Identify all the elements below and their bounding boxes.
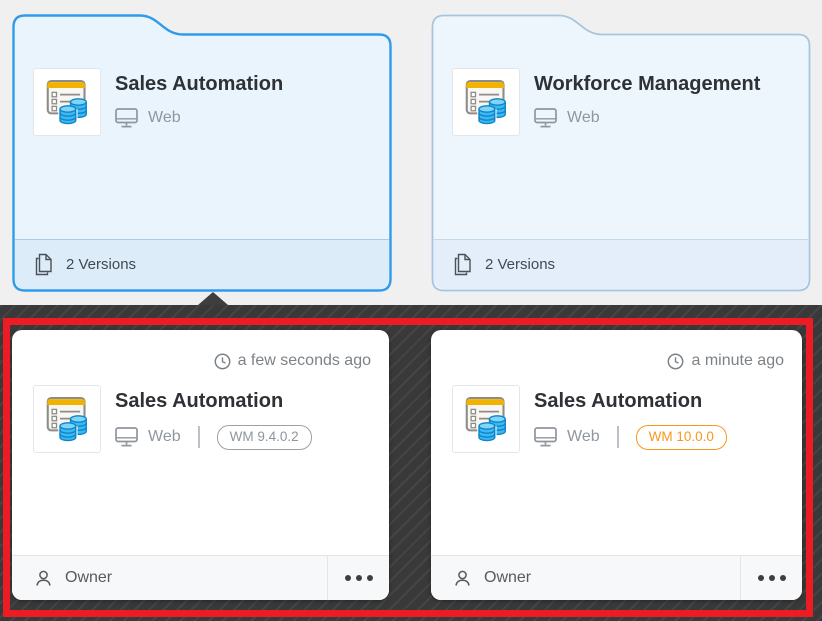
versions-count-label: 2 Versions [485, 256, 555, 273]
pages-icon [34, 253, 53, 276]
panel-pointer-arrow [198, 292, 228, 305]
expanded-versions-panel: a few seconds ago [0, 305, 822, 621]
app-icon [452, 385, 520, 453]
version-badge: WM 10.0.0 [636, 425, 727, 450]
platform-label: Web [148, 109, 181, 127]
platform-label: Web [148, 428, 181, 446]
platform-label: Web [567, 109, 600, 127]
person-icon [453, 569, 472, 588]
card-menu-button[interactable] [327, 556, 389, 600]
timestamp-label: a minute ago [691, 352, 784, 370]
platform-label: Web [567, 428, 600, 446]
monitor-icon [115, 108, 138, 128]
owner-label: Owner [65, 569, 112, 587]
version-card-footer: Owner [431, 555, 802, 600]
card-menu-button[interactable] [740, 556, 802, 600]
clock-icon [667, 353, 684, 370]
version-card-wm-1000[interactable]: a minute ago [431, 330, 802, 600]
folder-versions-footer[interactable]: 2 Versions [434, 239, 808, 289]
app-title: Workforce Management [534, 73, 760, 96]
versions-count-label: 2 Versions [66, 256, 136, 273]
app-title: Sales Automation [534, 390, 727, 413]
app-icon [33, 385, 101, 453]
version-card-footer: Owner [12, 555, 389, 600]
app-versions-screen: Sales Automation Web 2 Versions [0, 0, 822, 621]
app-title: Sales Automation [115, 390, 312, 413]
person-icon [34, 569, 53, 588]
separator [617, 426, 619, 448]
timestamp-label: a few seconds ago [238, 352, 371, 370]
folder-versions-footer[interactable]: 2 Versions [15, 239, 389, 289]
monitor-icon [115, 427, 138, 447]
app-folder-workforce-management[interactable]: Workforce Management Web 2 Versions [431, 14, 811, 292]
monitor-icon [534, 427, 557, 447]
clock-icon [214, 353, 231, 370]
pages-icon [453, 253, 472, 276]
version-card-wm-9402[interactable]: a few seconds ago [12, 330, 389, 600]
app-icon [33, 68, 101, 136]
monitor-icon [534, 108, 557, 128]
app-folder-sales-automation[interactable]: Sales Automation Web 2 Versions [12, 14, 392, 292]
app-title: Sales Automation [115, 73, 283, 96]
version-badge: WM 9.4.0.2 [217, 425, 312, 450]
ellipsis-icon [758, 575, 764, 581]
ellipsis-icon [345, 575, 351, 581]
owner-label: Owner [484, 569, 531, 587]
app-icon [452, 68, 520, 136]
separator [198, 426, 200, 448]
